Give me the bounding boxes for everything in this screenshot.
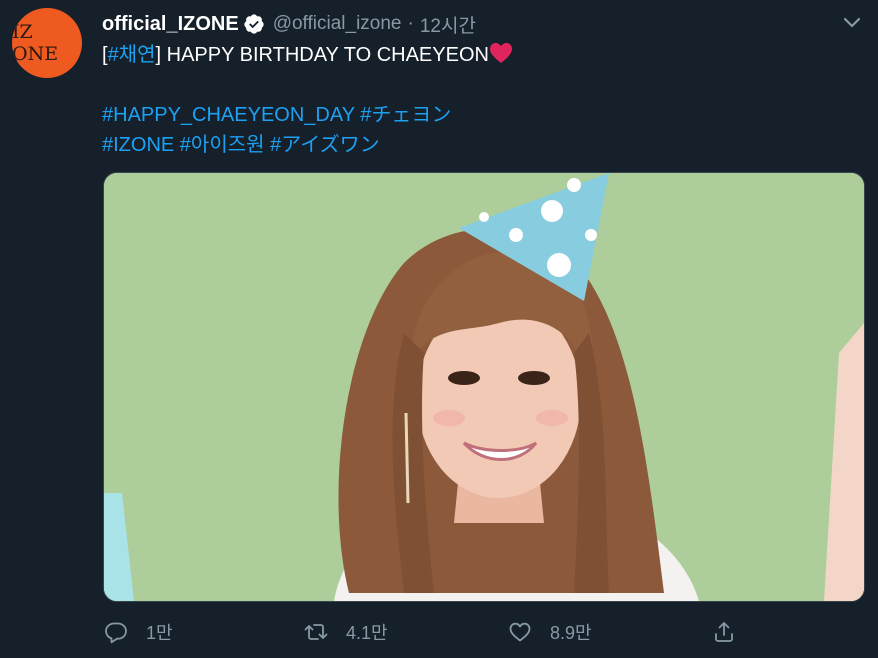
reply-button[interactable]: 1만 bbox=[104, 614, 173, 650]
tweet-line-1: [#채연] HAPPY BIRTHDAY TO CHAEYEON bbox=[102, 40, 842, 70]
red-heart-emoji bbox=[489, 42, 513, 64]
timestamp[interactable]: 12시간 bbox=[420, 11, 476, 38]
hashtags-line-2[interactable]: #IZONE #아이즈원 #アイズワン bbox=[102, 130, 842, 160]
verified-badge-icon bbox=[243, 13, 265, 35]
avatar-logo-text: IZ ONE bbox=[12, 21, 59, 65]
tweet-header: official_IZONE @official_izone · 12시간 bbox=[102, 10, 838, 38]
retweet-button[interactable]: 4.1만 bbox=[304, 614, 388, 650]
avatar[interactable]: IZ ONE bbox=[12, 8, 82, 78]
chevron-down-icon[interactable] bbox=[842, 12, 862, 32]
birthday-text: HAPPY BIRTHDAY TO CHAEYEON bbox=[161, 44, 489, 66]
like-button[interactable]: 8.9만 bbox=[508, 614, 592, 650]
like-count: 8.9만 bbox=[550, 623, 592, 643]
share-icon bbox=[715, 622, 733, 642]
tweet-text: [#채연] HAPPY BIRTHDAY TO CHAEYEON #HAPPY_… bbox=[102, 40, 842, 160]
retweet-icon bbox=[304, 624, 328, 640]
user-handle[interactable]: @official_izone bbox=[273, 13, 402, 35]
hashtags-line-1[interactable]: #HAPPY_CHAEYEON_DAY #チェヨン bbox=[102, 100, 842, 130]
tweet: IZ ONE official_IZONE @official_izone · … bbox=[0, 0, 878, 658]
heart-icon bbox=[509, 622, 531, 642]
retweet-count: 4.1만 bbox=[346, 623, 388, 643]
separator-dot: · bbox=[407, 13, 414, 34]
display-name[interactable]: official_IZONE bbox=[102, 13, 239, 36]
photo-illustration bbox=[104, 173, 864, 601]
tweet-photo[interactable] bbox=[103, 172, 865, 602]
tweet-actions: 1만 4.1만 8.9만 bbox=[102, 614, 862, 650]
reply-icon bbox=[105, 622, 127, 644]
share-button[interactable] bbox=[712, 614, 754, 650]
hashtag-chaeyeon[interactable]: #채연 bbox=[108, 44, 156, 66]
reply-count: 1만 bbox=[146, 623, 173, 643]
